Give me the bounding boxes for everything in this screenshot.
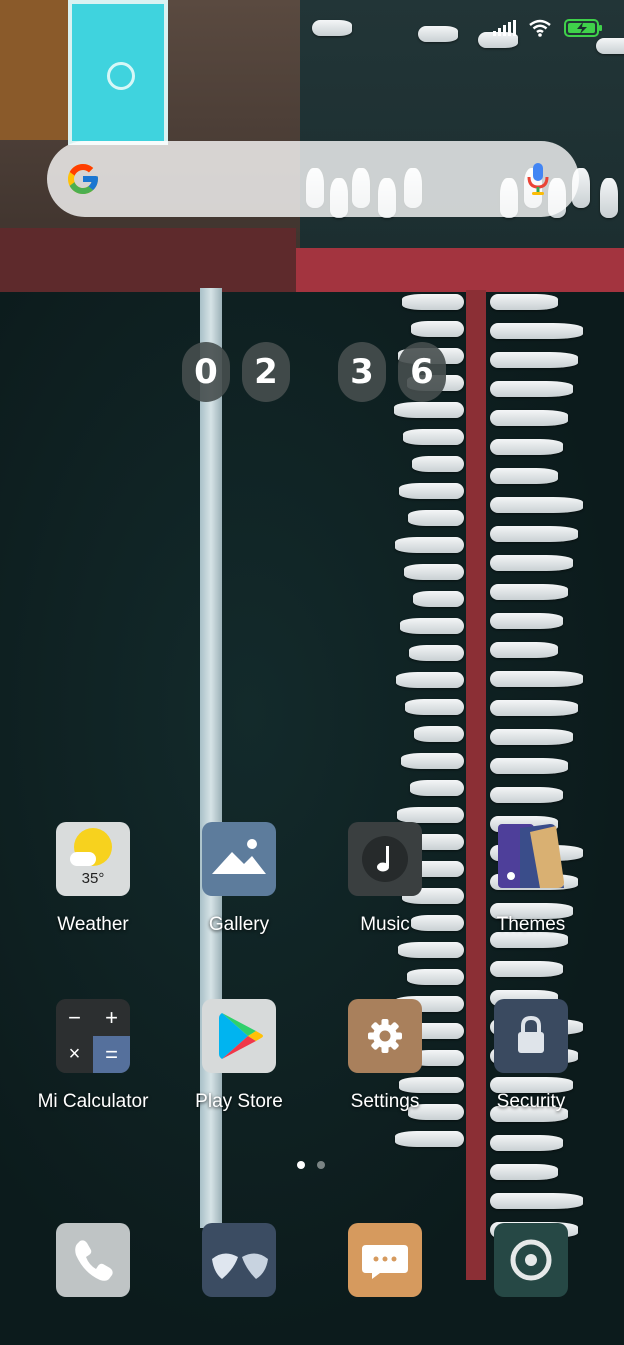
security-icon (494, 999, 568, 1073)
app-settings[interactable]: Settings (320, 999, 450, 1113)
weather-temperature: 35° (81, 870, 105, 887)
app-label: Settings (350, 1091, 420, 1112)
phone-icon[interactable] (56, 1223, 130, 1297)
app-label: Weather (57, 914, 129, 935)
contacts-icon[interactable] (202, 1223, 276, 1297)
gallery-icon (202, 822, 276, 896)
settings-icon (348, 999, 422, 1073)
app-label: Security (496, 1091, 566, 1112)
clock-minute-tens: 3 (338, 342, 386, 402)
app-label: Play Store (195, 1091, 283, 1112)
app-mi-calculator[interactable]: − + × = Mi Calculator (28, 999, 158, 1113)
weather-icon: 35° (56, 822, 130, 896)
status-bar (493, 14, 604, 42)
app-label: Music (360, 914, 410, 935)
play-store-icon (202, 999, 276, 1073)
battery-charging-icon (564, 18, 604, 38)
app-gallery[interactable]: Gallery (174, 822, 304, 936)
messages-icon[interactable] (348, 1223, 422, 1297)
app-themes[interactable]: Themes (466, 822, 596, 936)
page-dot-2[interactable] (317, 1161, 325, 1169)
wifi-icon (528, 19, 552, 37)
themes-icon (494, 822, 568, 896)
app-label: Mi Calculator (37, 1091, 149, 1112)
music-icon (348, 822, 422, 896)
camera-icon[interactable] (494, 1223, 568, 1297)
mic-icon[interactable] (527, 161, 549, 197)
signal-icon (493, 20, 516, 36)
app-label: Themes (496, 914, 566, 935)
app-security[interactable]: Security (466, 999, 596, 1113)
google-search-bar[interactable] (47, 141, 579, 217)
clock-widget[interactable]: 0 2 3 6 (0, 342, 624, 402)
clock-hour-ones: 2 (242, 342, 290, 402)
app-weather[interactable]: 35° Weather (28, 822, 158, 936)
clock-hour-tens: 0 (182, 342, 230, 402)
clock-minute-ones: 6 (398, 342, 446, 402)
calculator-icon: − + × = (56, 999, 130, 1073)
app-play-store[interactable]: Play Store (174, 999, 304, 1113)
page-dot-1[interactable] (297, 1161, 305, 1169)
app-label: Gallery (208, 914, 270, 935)
app-music[interactable]: Music (320, 822, 450, 936)
page-indicator[interactable] (297, 1161, 325, 1169)
google-g-icon (68, 164, 98, 194)
